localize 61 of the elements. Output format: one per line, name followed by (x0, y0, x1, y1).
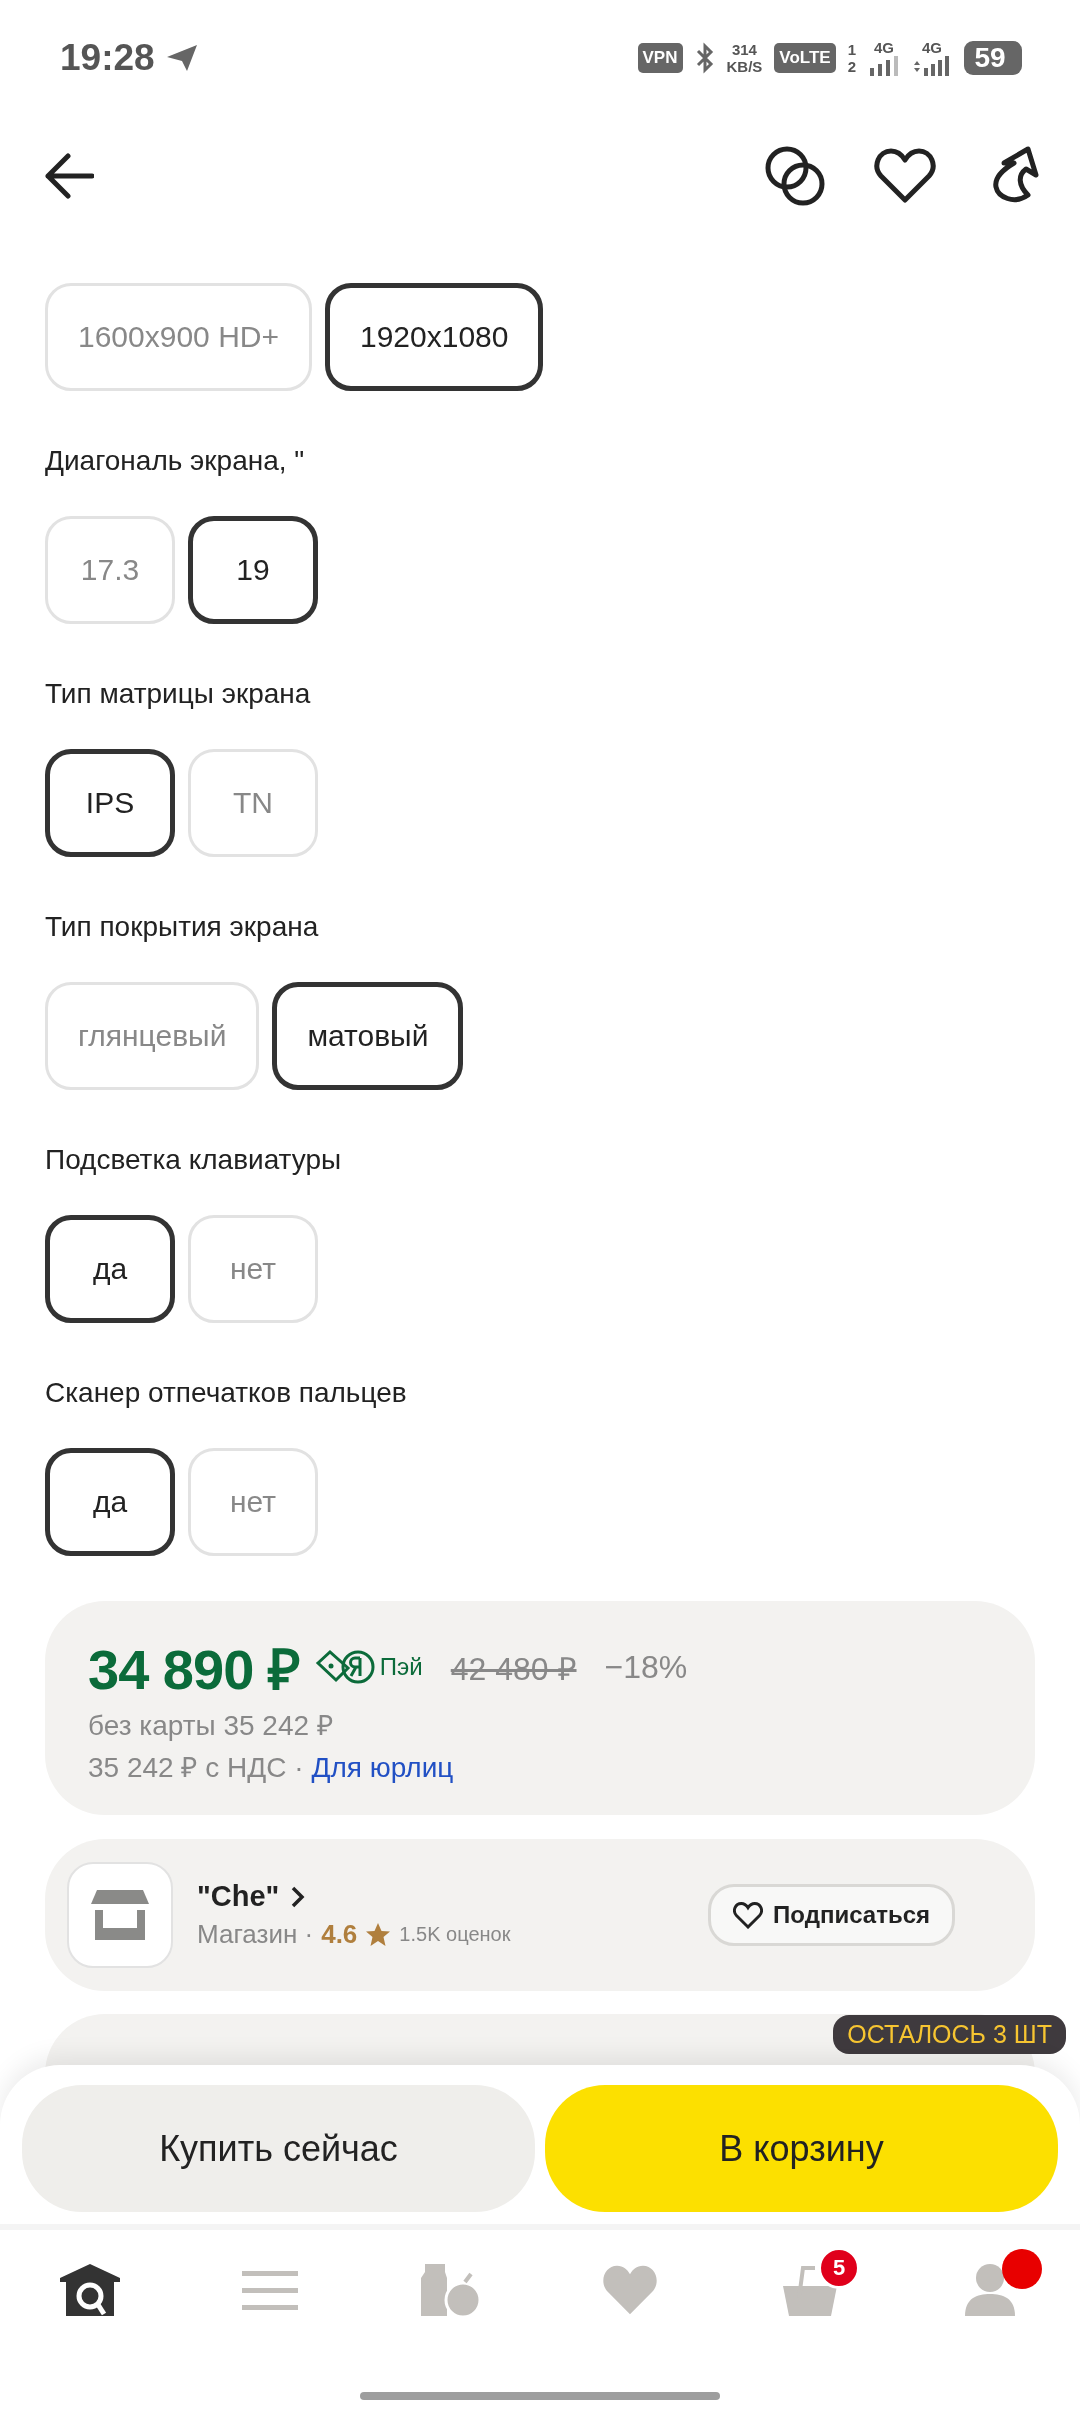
option-chip[interactable]: глянцевый (45, 982, 260, 1090)
menu-icon (242, 2268, 298, 2312)
option-chip[interactable]: 19 (188, 516, 318, 624)
add-to-cart-button[interactable]: В корзину (545, 2085, 1058, 2212)
network-type: 4G (922, 40, 942, 56)
payment-card-icon (313, 1649, 376, 1685)
buy-now-button[interactable]: Купить сейчас (22, 2085, 535, 2212)
sim-number: 1 (847, 41, 856, 58)
option-chip[interactable]: нет (188, 1215, 318, 1323)
profile-icon (963, 2262, 1017, 2318)
no-card-price-label: без карты 35 242 ₽ (88, 1709, 334, 1743)
heart-icon[interactable] (874, 148, 936, 204)
store-type: Магазин · (197, 1919, 314, 1950)
sim-number: 2 (847, 58, 856, 75)
signal-icon (868, 56, 900, 76)
vpn-badge: VPN (637, 43, 683, 73)
option-chip[interactable]: IPS (45, 749, 175, 857)
storefront-icon (89, 1888, 151, 1942)
old-price: 42 480 ₽ (450, 1649, 577, 1689)
subscribe-button[interactable]: Подписаться (708, 1884, 955, 1946)
filter-title: Тип матрицы экрана (45, 677, 312, 711)
speed-value: 314 (731, 41, 757, 58)
option-chip[interactable]: 1920x1080 (325, 283, 544, 391)
star-icon (365, 1922, 392, 1947)
option-chip[interactable]: нет (188, 1448, 318, 1556)
filter-title: Сканер отпечатков пальцев (45, 1376, 408, 1410)
filter-title: Тип покрытия экрана (45, 910, 320, 944)
home-search-icon (58, 2262, 122, 2318)
cart-count-badge: 5 (818, 2247, 860, 2289)
back-icon[interactable] (44, 153, 94, 199)
store-logo[interactable] (67, 1862, 173, 1968)
vat-price: 35 242 ₽ с НДС · (88, 1751, 304, 1785)
discount: −18% (604, 1648, 688, 1686)
stock-badge: ОСТАЛОСЬ 3 ШТ (833, 2015, 1066, 2054)
battery-indicator: 59 (964, 41, 1022, 75)
option-chip[interactable]: TN (188, 749, 318, 857)
option-chip[interactable]: да (45, 1448, 175, 1556)
speed-unit: KB/S (726, 58, 763, 75)
chevron-right-icon[interactable] (291, 1885, 306, 1908)
store-name[interactable]: "Che" (197, 1880, 280, 1913)
business-link[interactable]: Для юрлиц (311, 1752, 454, 1784)
option-chip[interactable]: матовый (272, 982, 464, 1090)
signal-icon (912, 56, 952, 76)
rating: 4.6 (321, 1919, 358, 1950)
clock: 19:28 (60, 37, 155, 79)
bottle-apple-icon (419, 2262, 481, 2318)
pay-label: Пэй (379, 1653, 423, 1681)
bluetooth-icon (694, 42, 715, 74)
current-price: 34 890 ₽ (88, 1637, 300, 1703)
filter-title: Диагональ экрана, " (45, 444, 306, 478)
option-chip[interactable]: 17.3 (45, 516, 175, 624)
heart-icon (733, 1901, 764, 1929)
option-chip[interactable]: 1600x900 HD+ (45, 283, 312, 391)
network-type: 4G (874, 40, 894, 56)
filter-title: Подсветка клавиатуры (45, 1143, 343, 1177)
compare-icon[interactable] (764, 145, 826, 207)
nav-tab[interactable]: 5 (760, 2245, 860, 2335)
heart-icon (600, 2264, 660, 2316)
volte-badge: VoLTE (774, 43, 836, 73)
option-chip[interactable]: да (45, 1215, 175, 1323)
review-count: 1.5K оценок (399, 1923, 511, 1946)
